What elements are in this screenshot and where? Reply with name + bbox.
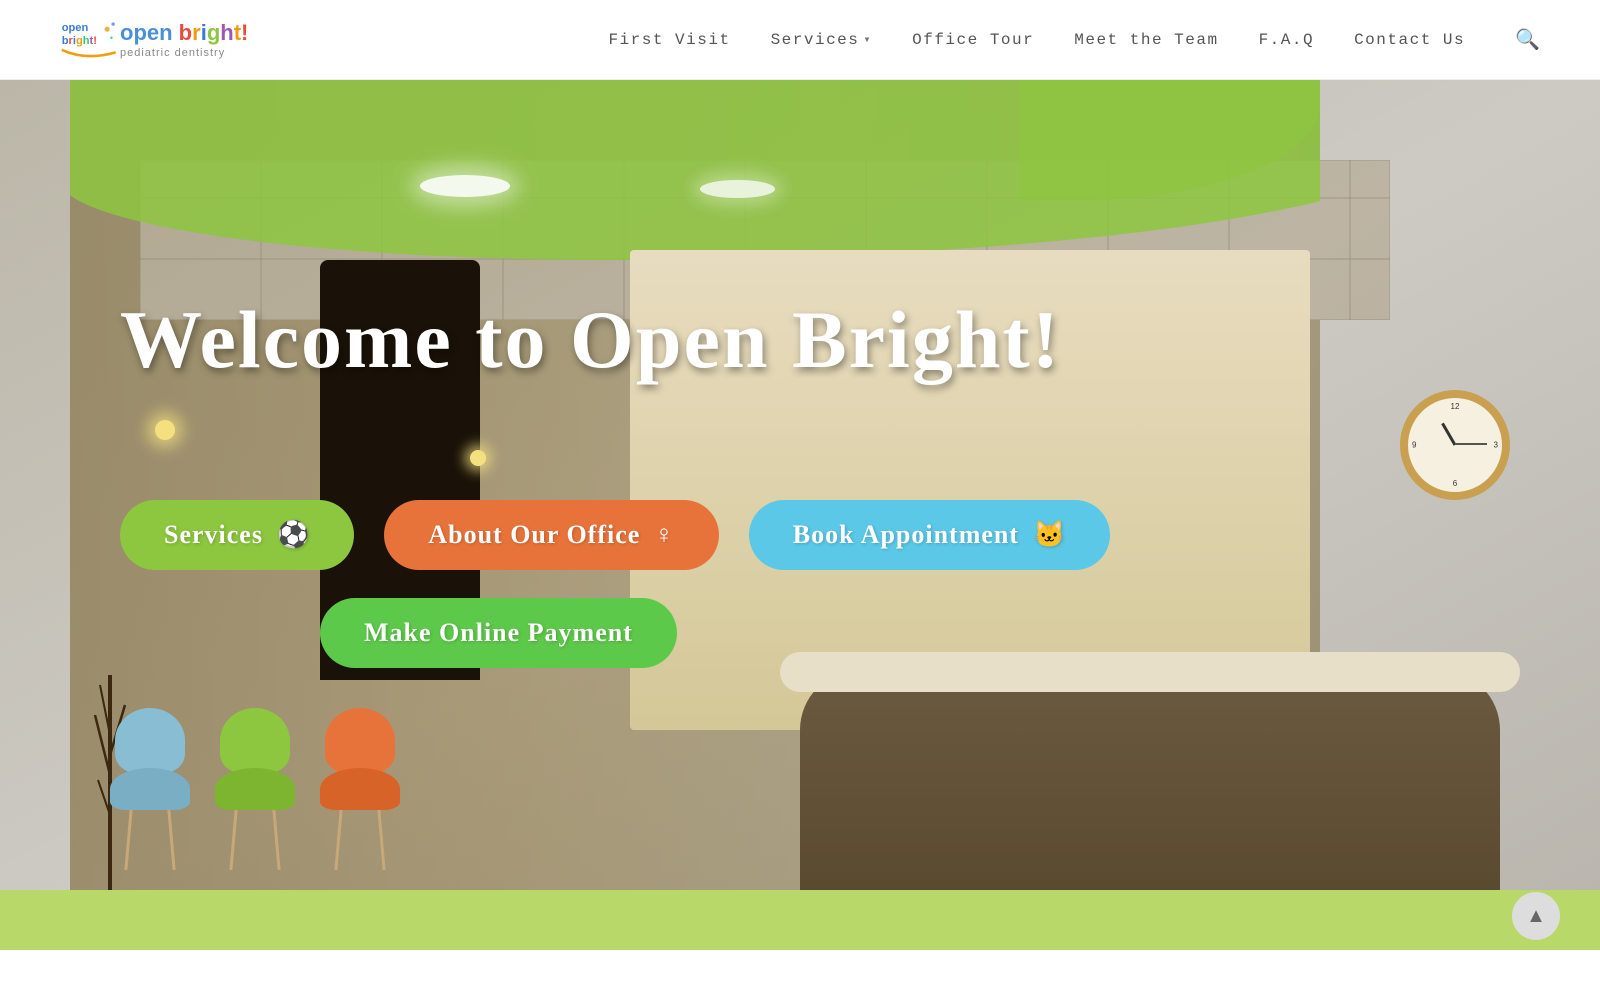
services-button-icon: ⚽ bbox=[277, 520, 310, 550]
book-appointment-icon: 🐱 bbox=[1033, 520, 1066, 550]
chevron-up-icon: ▲ bbox=[1526, 905, 1546, 928]
chair-green bbox=[215, 708, 295, 870]
chairs-area bbox=[110, 708, 400, 870]
chevron-down-icon: ▾ bbox=[863, 32, 872, 47]
nav-first-visit[interactable]: First Visit bbox=[608, 31, 730, 49]
cta-row-1: Services ⚽ About Our Office ♀ Book Appoi… bbox=[120, 500, 1110, 570]
lamp-left bbox=[155, 420, 175, 440]
nav-faq[interactable]: F.A.Q bbox=[1259, 31, 1315, 49]
welcome-heading: Welcome to Open Bright! bbox=[120, 295, 1061, 385]
svg-text:open: open bbox=[62, 22, 89, 34]
main-nav: First Visit Services ▾ Office Tour Meet … bbox=[608, 27, 1540, 52]
footer-green-bar bbox=[0, 890, 1600, 950]
header: open bright! open bright! pediatric dent… bbox=[0, 0, 1600, 80]
nav-contact-us[interactable]: Contact Us bbox=[1354, 31, 1465, 49]
online-payment-label: Make Online Payment bbox=[364, 618, 633, 648]
reception-desk bbox=[800, 670, 1500, 890]
cta-buttons-area: Services ⚽ About Our Office ♀ Book Appoi… bbox=[120, 500, 1110, 668]
svg-text:bright!: bright! bbox=[62, 35, 97, 47]
chair-orange bbox=[320, 708, 400, 870]
nav-meet-team[interactable]: Meet the Team bbox=[1074, 31, 1218, 49]
logo-icon: open bright! bbox=[60, 12, 120, 67]
services-button[interactable]: Services ⚽ bbox=[120, 500, 354, 570]
about-office-icon: ♀ bbox=[654, 520, 675, 550]
logo-area: open bright! open bright! pediatric dent… bbox=[60, 12, 248, 67]
search-icon[interactable]: 🔍 bbox=[1515, 27, 1540, 52]
hero-section: 12 6 3 9 bbox=[0, 80, 1600, 950]
ceiling-light-2 bbox=[700, 180, 775, 198]
about-office-button[interactable]: About Our Office ♀ bbox=[384, 500, 718, 570]
scroll-up-button[interactable]: ▲ bbox=[1512, 892, 1560, 940]
nav-services[interactable]: Services ▾ bbox=[771, 31, 873, 49]
logo-text: open bright! bbox=[120, 20, 248, 46]
cta-row-2: Make Online Payment bbox=[120, 598, 1110, 668]
ceiling-light-1 bbox=[420, 175, 510, 197]
about-office-label: About Our Office bbox=[428, 520, 640, 550]
services-button-label: Services bbox=[164, 520, 263, 550]
nav-office-tour[interactable]: Office Tour bbox=[912, 31, 1034, 49]
logo-subtitle: pediatric dentistry bbox=[120, 47, 248, 59]
lamp-right bbox=[470, 450, 486, 466]
book-appointment-label: Book Appointment bbox=[793, 520, 1019, 550]
chair-blue bbox=[110, 708, 190, 870]
wall-clock: 12 6 3 9 bbox=[1400, 390, 1510, 500]
online-payment-button[interactable]: Make Online Payment bbox=[320, 598, 677, 668]
book-appointment-button[interactable]: Book Appointment 🐱 bbox=[749, 500, 1111, 570]
